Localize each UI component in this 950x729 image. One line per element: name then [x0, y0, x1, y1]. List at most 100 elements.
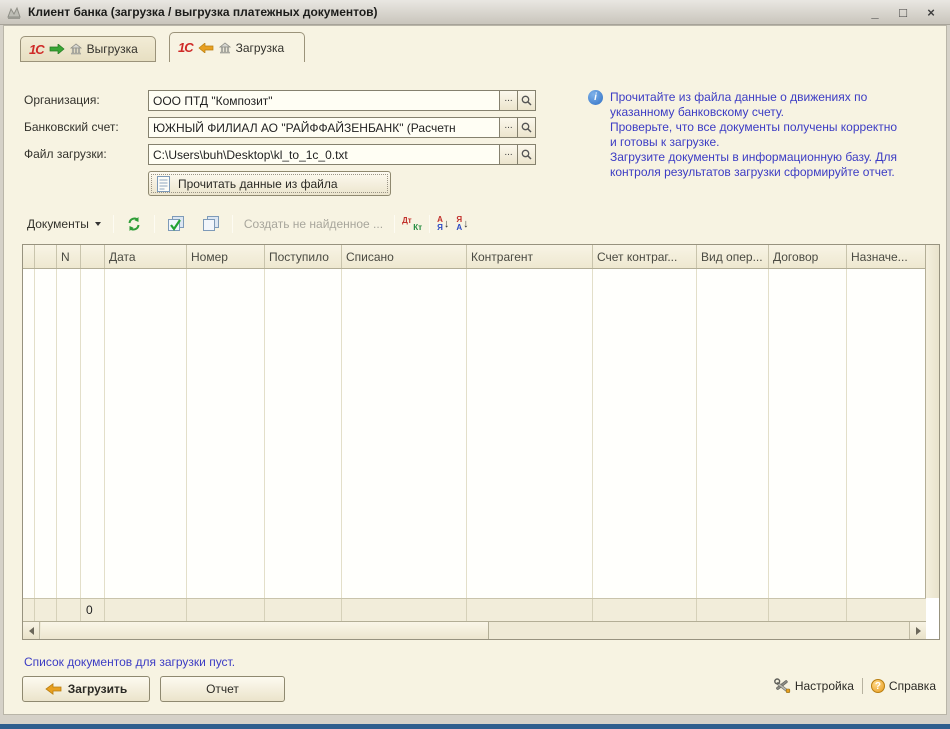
column-header-purpose[interactable]: Назначе...	[847, 245, 926, 268]
settings-button[interactable]: Настройка	[774, 678, 854, 694]
down-arrow-icon: ↓	[444, 219, 450, 230]
tab-vygruzka[interactable]: 1С Выгрузка	[20, 36, 156, 62]
load-button[interactable]: Загрузить	[22, 676, 150, 702]
help-button[interactable]: ? Справка	[871, 679, 936, 693]
credit-label: Кт	[413, 223, 422, 232]
table-footer-cell-date	[105, 599, 187, 621]
table-body-column-written-off	[342, 269, 467, 598]
load-file-field-group: ...	[148, 144, 536, 165]
load-button-label: Загрузить	[68, 682, 127, 696]
table-body-column-checkbox	[35, 269, 57, 598]
tab-zagruzka[interactable]: 1С Загрузка	[169, 32, 305, 62]
table-footer-cell-n	[57, 599, 81, 621]
documents-menu-label: Документы	[27, 217, 89, 231]
column-header-number[interactable]: Номер	[187, 245, 265, 268]
settings-label: Настройка	[795, 679, 854, 693]
arrow-left-icon	[45, 683, 62, 695]
organization-input[interactable]	[148, 90, 500, 111]
report-button[interactable]: Отчет	[160, 676, 285, 702]
organization-ellipsis-button[interactable]: ...	[499, 90, 518, 111]
table-footer-cell-line-no: 0	[81, 599, 105, 621]
table-body-column-number	[187, 269, 265, 598]
load-file-input[interactable]	[148, 144, 500, 165]
title-bar[interactable]: Клиент банка (загрузка / выгрузка платеж…	[0, 0, 950, 25]
column-header-received[interactable]: Поступило	[265, 245, 342, 268]
status-text: Список документов для загрузки пуст.	[24, 655, 235, 669]
down-arrow-icon: ↓	[463, 219, 469, 230]
read-file-button[interactable]: Прочитать данные из файла	[148, 171, 391, 196]
column-header-checkbox[interactable]	[35, 245, 57, 268]
scroll-left-button[interactable]	[23, 622, 40, 639]
scroll-right-button[interactable]	[909, 622, 926, 639]
bank-account-open-button[interactable]	[517, 117, 536, 138]
table-body-column-row-indicator	[23, 269, 35, 598]
arrow-left-icon	[198, 43, 214, 53]
column-header-row-indicator[interactable]	[23, 245, 35, 268]
maximize-button[interactable]: □	[896, 6, 910, 19]
minimize-button[interactable]: _	[868, 6, 882, 19]
window-title: Клиент банка (загрузка / выгрузка платеж…	[28, 5, 868, 19]
table-body-column-date	[105, 269, 187, 598]
divider	[862, 678, 863, 694]
documents-toolbar: Документы Создат	[22, 211, 469, 237]
sort-letter: А	[456, 224, 462, 232]
horizontal-scroll-thumb[interactable]	[41, 622, 489, 639]
table-footer-cell-row-indicator	[23, 599, 35, 621]
load-file-ellipsis-button[interactable]: ...	[499, 144, 518, 165]
bank-icon	[219, 42, 231, 54]
toolbar-separator	[232, 215, 233, 233]
debit-label: Дт	[402, 216, 412, 225]
create-missing-button[interactable]: Создать не найденное ...	[240, 215, 387, 233]
column-header-counterparty-account[interactable]: Счет контраг...	[593, 245, 697, 268]
magnifier-icon	[521, 95, 532, 106]
close-button[interactable]: ×	[924, 6, 938, 19]
column-header-contract[interactable]: Договор	[769, 245, 847, 268]
tab-label: Загрузка	[236, 41, 285, 55]
horizontal-scrollbar[interactable]	[23, 621, 926, 639]
table-footer-cell-received	[265, 599, 342, 621]
organization-open-button[interactable]	[517, 90, 536, 111]
organization-label: Организация:	[24, 93, 144, 107]
help-label: Справка	[889, 679, 936, 693]
organization-field-group: ...	[148, 90, 536, 111]
vertical-scrollbar[interactable]	[925, 245, 939, 598]
column-header-date[interactable]: Дата	[105, 245, 187, 268]
table-footer-cell-counterparty	[467, 599, 593, 621]
toolbar-separator	[394, 215, 395, 233]
table-body-column-operation-type	[697, 269, 769, 598]
bank-account-input[interactable]	[148, 117, 500, 138]
select-none-icon	[202, 216, 220, 232]
table-footer-cell-contract	[769, 599, 847, 621]
report-button-label: Отчет	[206, 682, 239, 696]
chevron-down-icon	[95, 222, 101, 226]
column-header-counterparty[interactable]: Контрагент	[467, 245, 593, 268]
refresh-button[interactable]	[121, 213, 147, 235]
table-footer-cell-checkbox	[35, 599, 57, 621]
1c-logo-icon: 1С	[178, 40, 193, 55]
table-footer-cell-written-off	[342, 599, 467, 621]
debit-credit-button[interactable]: Дт Кт	[402, 216, 422, 232]
column-header-written-off[interactable]: Списано	[342, 245, 467, 268]
sort-ascending-button[interactable]: А Я ↓	[437, 216, 449, 232]
mark-all-button[interactable]	[162, 213, 190, 235]
info-line: Прочитайте из файла данные о движениях п…	[610, 90, 902, 120]
column-header-n[interactable]: N	[57, 245, 81, 268]
bank-account-label: Банковский счет:	[24, 120, 144, 134]
table-footer-cell-number	[187, 599, 265, 621]
bank-account-ellipsis-button[interactable]: ...	[499, 117, 518, 138]
info-text: Прочитайте из файла данные о движениях п…	[610, 90, 902, 180]
magnifier-icon	[521, 122, 532, 133]
documents-menu-button[interactable]: Документы	[22, 214, 106, 234]
bank-account-field-group: ...	[148, 117, 536, 138]
unmark-all-button[interactable]	[197, 213, 225, 235]
app-window: Клиент банка (загрузка / выгрузка платеж…	[0, 0, 950, 729]
load-file-open-button[interactable]	[517, 144, 536, 165]
table-body-column-line-no	[81, 269, 105, 598]
read-file-button-label: Прочитать данные из файла	[178, 177, 338, 191]
triangle-right-icon	[916, 627, 921, 635]
column-header-operation-type[interactable]: Вид опер...	[697, 245, 769, 268]
column-header-line-no[interactable]	[81, 245, 105, 268]
1c-logo-icon: 1С	[29, 42, 44, 57]
table-body-columns[interactable]	[23, 269, 926, 598]
sort-descending-button[interactable]: Я А ↓	[456, 216, 468, 232]
